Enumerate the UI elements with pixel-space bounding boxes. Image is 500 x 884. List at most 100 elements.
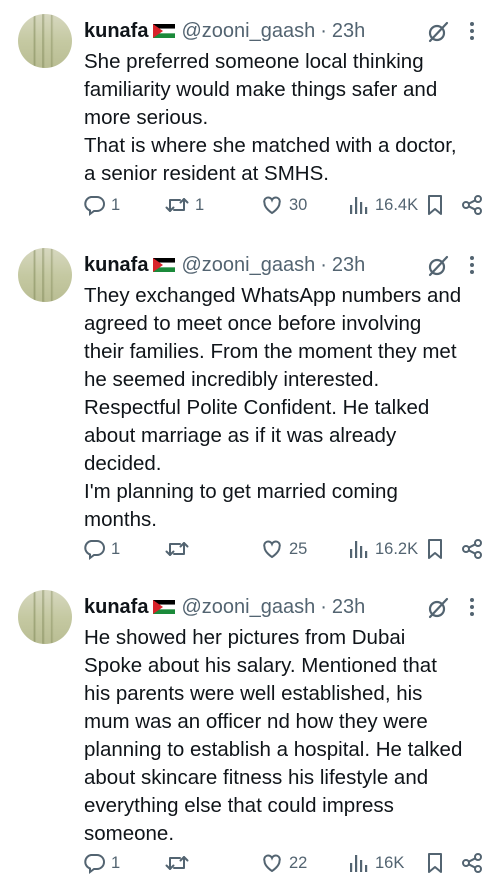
share-button[interactable] [460, 192, 484, 218]
tweet-line: his parents were well established, his [84, 682, 423, 705]
bookmark-button[interactable] [425, 850, 445, 876]
tweet-actions: 1 25 16.2K [0, 536, 500, 562]
tweet-line: That is where she matched with a doctor, [84, 134, 457, 157]
retweet-count: 1 [195, 195, 205, 214]
share-icon [462, 539, 482, 559]
like-button[interactable]: 30 [260, 192, 307, 218]
author-name[interactable]: kunafa [84, 20, 148, 43]
author-handle[interactable]: @zooni_gaash [181, 596, 315, 619]
more-icon[interactable] [461, 596, 483, 618]
tweet-line: about skincare fitness his lifestyle and [84, 766, 429, 789]
like-icon [263, 540, 281, 559]
tweet-line: more serious. [84, 106, 209, 129]
tweet-line: He showed her pictures from Dubai [84, 626, 406, 649]
tweet-line: decided. [84, 452, 162, 475]
tweet-text: He showed her pictures from Dubai Spoke … [84, 624, 494, 848]
tweet-line: everything else that could impress [84, 794, 394, 817]
separator-dot: · [320, 19, 327, 42]
palestine-flag-icon [153, 600, 176, 614]
reply-button[interactable]: 1 [82, 192, 120, 218]
retweet-button[interactable] [164, 536, 195, 562]
like-count: 25 [289, 539, 308, 558]
retweet-button[interactable] [164, 850, 195, 876]
retweet-icon [165, 198, 189, 212]
reply-count: 1 [111, 539, 121, 558]
tweet-line: he seemed incredibly interested. [84, 368, 380, 391]
timestamp[interactable]: 23h [332, 254, 365, 277]
tweet-line: agreed to meet once before involving [84, 312, 422, 335]
timestamp[interactable]: 23h [332, 20, 365, 43]
retweet-icon [165, 542, 189, 556]
palestine-flag-icon [153, 258, 176, 272]
bookmark-icon [428, 195, 442, 215]
tweet-text: She preferred someone local thinking fam… [84, 48, 494, 188]
bookmark-icon [428, 853, 442, 873]
author-name[interactable]: kunafa [84, 254, 148, 277]
views-icon [350, 197, 368, 214]
share-icon [462, 195, 482, 215]
tweet-line: She preferred someone local thinking [84, 50, 424, 73]
tweet[interactable]: kunafa @zooni_gaash · 23h They exchanged… [0, 248, 500, 566]
views-icon [350, 541, 368, 558]
tweet-header: kunafa @zooni_gaash · 23h [84, 593, 365, 621]
bookmark-button[interactable] [425, 536, 445, 562]
grok-icon[interactable] [426, 596, 450, 620]
tweet-line: about marriage as if it was already [84, 424, 397, 447]
grok-icon[interactable] [426, 254, 450, 278]
view-count: 16.2K [375, 539, 419, 558]
tweet-line: They exchanged WhatsApp numbers and [84, 284, 462, 307]
like-count: 30 [289, 195, 308, 214]
timestamp[interactable]: 23h [332, 596, 365, 619]
tweet-header: kunafa @zooni_gaash · 23h [84, 17, 365, 45]
more-icon[interactable] [461, 20, 483, 42]
tweet-header: kunafa @zooni_gaash · 23h [84, 251, 365, 279]
like-button[interactable]: 22 [260, 850, 307, 876]
share-icon [462, 853, 482, 873]
avatar[interactable] [18, 248, 72, 302]
views-icon [350, 855, 368, 872]
tweet-actions: 1 22 16K [0, 850, 500, 876]
separator-dot: · [320, 253, 327, 276]
view-count: 16.4K [375, 195, 419, 214]
like-icon [263, 196, 281, 215]
reply-icon [84, 854, 105, 874]
share-button[interactable] [460, 850, 484, 876]
avatar[interactable] [18, 14, 72, 68]
grok-icon[interactable] [426, 20, 450, 44]
view-count: 16K [375, 853, 405, 872]
tweet-line: months. [84, 508, 157, 531]
retweet-icon [165, 856, 189, 870]
views-button[interactable]: 16K [348, 850, 404, 876]
reply-count: 1 [111, 195, 121, 214]
tweet-line: their families. From the moment they met [84, 340, 457, 363]
like-button[interactable]: 25 [260, 536, 307, 562]
reply-icon [84, 540, 105, 560]
avatar[interactable] [18, 590, 72, 644]
bookmark-button[interactable] [425, 192, 445, 218]
tweet-line: Respectful Polite Confident. He talked [84, 396, 430, 419]
reply-button[interactable]: 1 [82, 850, 120, 876]
tweet-line: someone. [84, 822, 175, 845]
reply-button[interactable]: 1 [82, 536, 120, 562]
palestine-flag-icon [153, 24, 176, 38]
reply-icon [84, 196, 105, 216]
tweet[interactable]: kunafa @zooni_gaash · 23h He showed her … [0, 590, 500, 882]
more-icon[interactable] [461, 254, 483, 276]
reply-count: 1 [111, 853, 121, 872]
tweet-line: familiarity would make things safer and [84, 78, 438, 101]
tweet[interactable]: kunafa @zooni_gaash · 23h She preferred … [0, 14, 500, 224]
tweet-line: Spoke about his salary. Mentioned that [84, 654, 437, 677]
tweet-line: planning to establish a hospital. He tal… [84, 738, 463, 761]
author-handle[interactable]: @zooni_gaash [181, 20, 315, 43]
tweet-line: a senior resident at SMHS. [84, 162, 329, 185]
like-count: 22 [289, 853, 308, 872]
views-button[interactable]: 16.2K [348, 536, 418, 562]
share-button[interactable] [460, 536, 484, 562]
tweet-text: They exchanged WhatsApp numbers and agre… [84, 282, 494, 534]
author-name[interactable]: kunafa [84, 596, 148, 619]
tweet-actions: 1 1 30 16.4K [0, 192, 500, 218]
author-handle[interactable]: @zooni_gaash [181, 254, 315, 277]
tweet-line: I'm planning to get married coming [84, 480, 398, 503]
retweet-button[interactable]: 1 [164, 192, 204, 218]
views-button[interactable]: 16.4K [348, 192, 418, 218]
